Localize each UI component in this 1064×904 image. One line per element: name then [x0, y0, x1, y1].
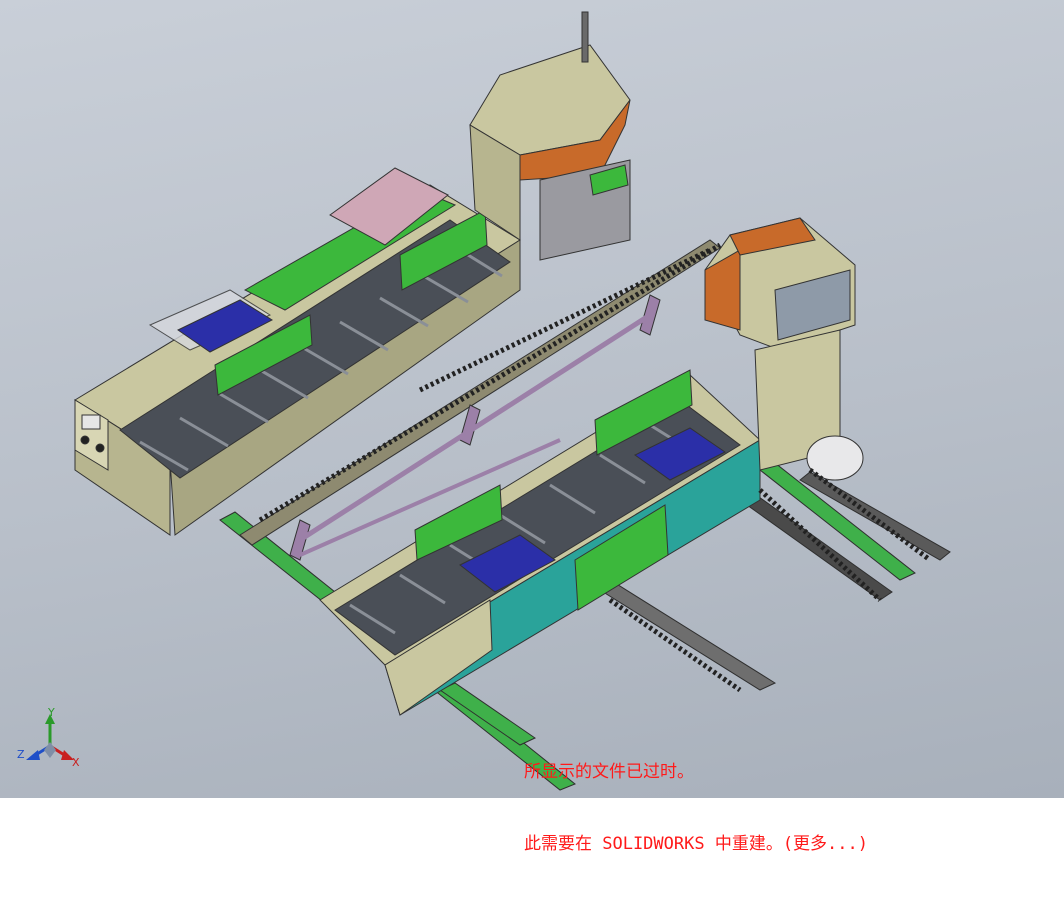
triad-x-label: X: [72, 756, 80, 769]
conveyor-assembly-model[interactable]: [0, 0, 1064, 798]
notice-line-2[interactable]: 此需要在 SOLIDWORKS 中重建。(更多...): [524, 832, 868, 856]
reference-triad-icon: Y Z X: [17, 706, 80, 769]
triad-y-label: Y: [47, 706, 55, 719]
triad-z-label: Z: [17, 748, 25, 761]
rear-machine-station: [469, 11, 631, 261]
graphics-viewport[interactable]: 所显示的文件已过时。 此需要在 SOLIDWORKS 中重建。(更多...) Y…: [0, 0, 1064, 854]
notice-line-1: 所显示的文件已过时。: [524, 762, 694, 782]
right-conveyor: [319, 369, 761, 716]
rebuild-notice[interactable]: 所显示的文件已过时。 此需要在 SOLIDWORKS 中重建。(更多...): [524, 712, 868, 904]
left-conveyor: [74, 167, 521, 536]
